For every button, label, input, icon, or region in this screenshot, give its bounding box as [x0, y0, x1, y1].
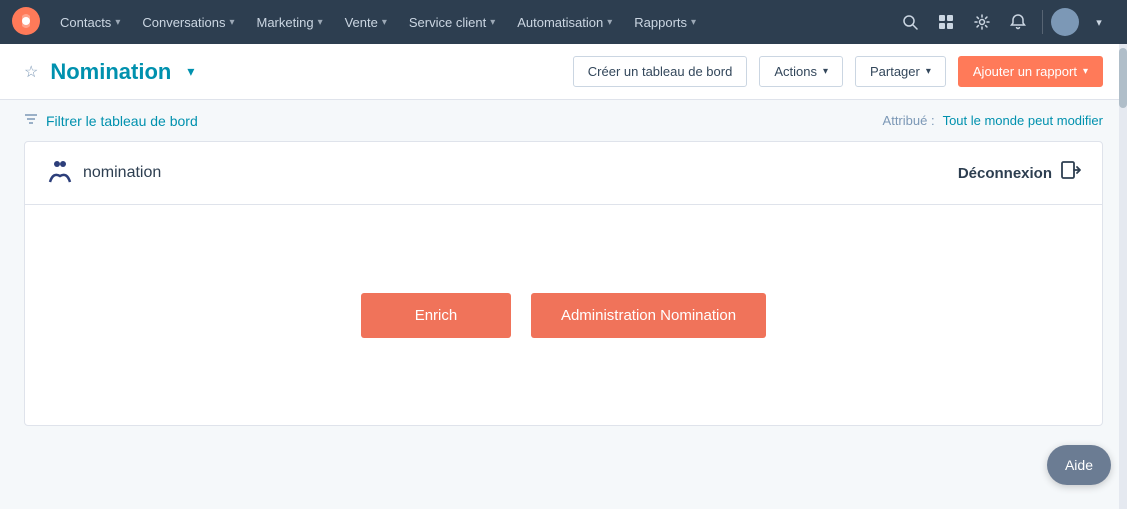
settings-icon[interactable]	[966, 6, 998, 38]
administration-nomination-button[interactable]: Administration Nomination	[531, 293, 766, 338]
create-dashboard-button[interactable]: Créer un tableau de bord	[573, 56, 748, 87]
nav-automatisation[interactable]: Automatisation ▾	[507, 0, 622, 44]
chevron-down-icon: ▾	[490, 17, 495, 28]
main-content: nomination Déconnexion Enrich Administra…	[0, 141, 1127, 450]
nav-service-client[interactable]: Service client ▾	[399, 0, 505, 44]
favorite-star-icon[interactable]: ☆	[24, 62, 38, 82]
top-navigation: Contacts ▾ Conversations ▾ Marketing ▾ V…	[0, 0, 1127, 44]
deconnexion-label: Déconnexion	[958, 165, 1052, 182]
nav-contacts[interactable]: Contacts ▾	[50, 0, 130, 44]
enrich-button[interactable]: Enrich	[361, 293, 511, 338]
nomination-card: nomination Déconnexion Enrich Administra…	[24, 141, 1103, 426]
page-title: Nomination	[50, 59, 171, 85]
notifications-icon[interactable]	[1002, 6, 1034, 38]
logout-icon[interactable]	[1060, 159, 1082, 187]
filter-bar: Filtrer le tableau de bord Attribué : To…	[0, 100, 1127, 141]
add-report-button[interactable]: Ajouter un rapport ▾	[958, 56, 1103, 87]
nav-rapports[interactable]: Rapports ▾	[624, 0, 706, 44]
nomination-logo: nomination	[45, 158, 161, 188]
grid-icon[interactable]	[930, 6, 962, 38]
chevron-down-icon: ▾	[607, 17, 612, 28]
nav-marketing[interactable]: Marketing ▾	[246, 0, 332, 44]
hubspot-logo[interactable]	[12, 7, 48, 38]
chevron-down-icon: ▾	[318, 17, 323, 28]
nav-conversations[interactable]: Conversations ▾	[132, 0, 244, 44]
filter-label[interactable]: Filtrer le tableau de bord	[46, 113, 198, 129]
avatar[interactable]	[1051, 8, 1079, 36]
help-button[interactable]: Aide	[1047, 445, 1111, 485]
card-body: Enrich Administration Nomination	[25, 205, 1102, 425]
actions-button[interactable]: Actions ▾	[759, 56, 843, 87]
share-button[interactable]: Partager ▾	[855, 56, 946, 87]
chevron-down-icon: ▾	[382, 17, 387, 28]
chevron-down-icon: ▾	[115, 17, 120, 28]
nav-divider	[1042, 10, 1043, 34]
scrollbar-thumb[interactable]	[1119, 48, 1127, 108]
deconnexion-area: Déconnexion	[958, 159, 1082, 187]
nomination-logo-icon	[45, 158, 75, 188]
attribue-prefix: Attribué :	[883, 113, 935, 128]
attribue-value[interactable]: Tout le monde peut modifier	[943, 113, 1103, 128]
nav-action-icons: ▾	[894, 6, 1115, 38]
filter-icon	[24, 112, 38, 129]
nav-vente[interactable]: Vente ▾	[335, 0, 397, 44]
actions-chevron-icon: ▾	[823, 66, 828, 77]
share-chevron-icon: ▾	[926, 66, 931, 77]
sub-header: ☆ Nomination ▾ Créer un tableau de bord …	[0, 44, 1127, 100]
nomination-logo-text: nomination	[83, 164, 161, 182]
scrollbar[interactable]	[1119, 44, 1127, 509]
search-icon[interactable]	[894, 6, 926, 38]
chevron-down-icon: ▾	[229, 17, 234, 28]
add-report-chevron-icon: ▾	[1083, 66, 1088, 77]
card-header: nomination Déconnexion	[25, 142, 1102, 205]
title-dropdown-button[interactable]: ▾	[183, 61, 198, 82]
chevron-down-icon: ▾	[691, 17, 696, 28]
account-chevron-icon[interactable]: ▾	[1083, 6, 1115, 38]
